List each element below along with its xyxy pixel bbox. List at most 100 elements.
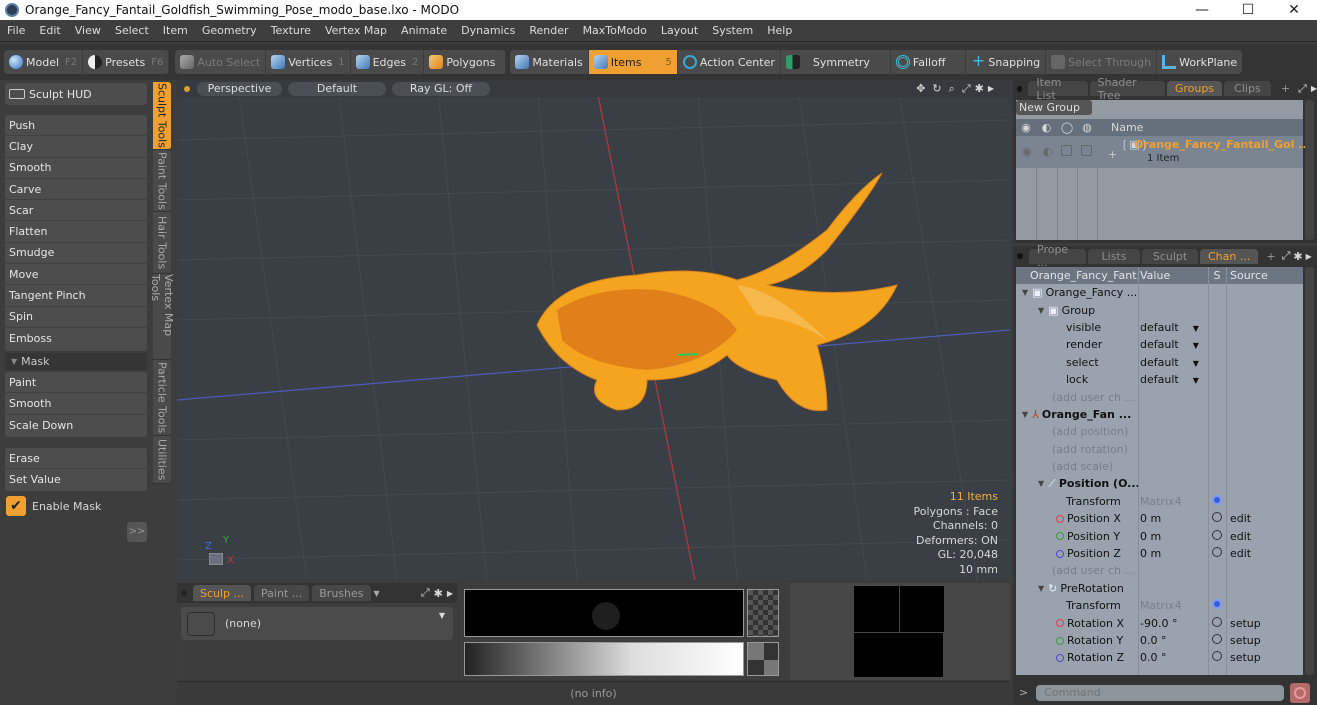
- lock-icon[interactable]: ◯: [1057, 121, 1077, 134]
- channel-value[interactable]: -90.0 °: [1138, 617, 1208, 630]
- channel-row[interactable]: visible default ▼: [1016, 319, 1303, 336]
- panel-arrow-icon[interactable]: ▶: [1306, 252, 1312, 261]
- tab-groups[interactable]: Groups: [1166, 81, 1223, 96]
- model-button[interactable]: Model F2: [4, 50, 84, 74]
- orbit-rotate-icon[interactable]: ↻: [932, 82, 941, 95]
- goldfish-mesh[interactable]: [536, 172, 898, 412]
- panel-menu-dot[interactable]: [181, 590, 187, 596]
- tool-carve[interactable]: Carve: [5, 179, 147, 201]
- channel-row[interactable]: Position Z 0 m edit: [1016, 545, 1303, 562]
- tab-lists[interactable]: Lists: [1088, 248, 1140, 264]
- tool-scar[interactable]: Scar: [5, 200, 147, 222]
- action-center-button[interactable]: Action Center: [678, 50, 781, 74]
- channel-row[interactable]: (add rotation): [1016, 441, 1303, 458]
- menu-render[interactable]: Render: [522, 24, 575, 37]
- tabs-dropdown-icon[interactable]: ▼: [374, 589, 380, 598]
- row-render-icon[interactable]: ◐: [1043, 145, 1053, 158]
- expand-triangle-icon[interactable]: ▼: [1022, 410, 1028, 419]
- channel-value[interactable]: default ▼: [1138, 356, 1208, 369]
- tool-emboss[interactable]: Emboss: [5, 328, 147, 349]
- expand-triangle-icon[interactable]: ▼: [1038, 584, 1044, 593]
- channel-value[interactable]: default ▼: [1138, 321, 1208, 334]
- channel-row[interactable]: Rotation Z 0.0 ° setup: [1016, 649, 1303, 666]
- tool-flatten[interactable]: Flatten: [5, 221, 147, 243]
- tool-smudge[interactable]: Smudge: [5, 243, 147, 265]
- vtab-utilities[interactable]: Utilities: [153, 436, 171, 484]
- materials-button[interactable]: Materials: [510, 50, 589, 74]
- row-select-checkbox[interactable]: [1081, 145, 1092, 156]
- add-tab-plus-icon[interactable]: +: [1266, 250, 1275, 263]
- mask-tool-scale-down[interactable]: Scale Down: [5, 415, 147, 436]
- matrix-gear-icon[interactable]: [1212, 494, 1222, 505]
- workplane-button[interactable]: WorkPlane: [1157, 50, 1242, 74]
- panel-maximize-icon[interactable]: ⤢: [1282, 249, 1291, 263]
- tab-shader-tree[interactable]: Shader Tree: [1089, 76, 1165, 102]
- panel-arrow-icon[interactable]: ▶: [1311, 84, 1317, 93]
- raygl-button[interactable]: Ray GL: Off: [392, 81, 490, 96]
- group-row[interactable]: ◉ ◐ + ❲▣❳ Orange_Fancy_Fantail_Gol ... 1…: [1016, 136, 1311, 168]
- channel-row[interactable]: Position X 0 m edit: [1016, 510, 1303, 527]
- channel-row[interactable]: (add user ch ...: [1016, 388, 1303, 405]
- vtab-hair-tools[interactable]: Hair Tools: [153, 212, 171, 274]
- vertices-button[interactable]: Vertices 1: [266, 50, 351, 74]
- tool-tangent-pinch[interactable]: Tangent Pinch: [5, 285, 147, 307]
- select-icon[interactable]: ◍: [1077, 121, 1097, 134]
- render-camera-icon[interactable]: ◐: [1036, 121, 1057, 134]
- tab-paint[interactable]: Paint ...: [254, 585, 310, 601]
- menu-maxtomodo[interactable]: MaxToModo: [576, 24, 654, 37]
- presets-button[interactable]: Presets F6: [83, 50, 170, 74]
- channel-row[interactable]: Rotation X -90.0 ° setup: [1016, 614, 1303, 631]
- channel-row[interactable]: ▼ ⟋ Position (O...: [1016, 475, 1303, 492]
- channel-state[interactable]: [1208, 651, 1226, 664]
- command-input[interactable]: [1036, 684, 1285, 701]
- mask-tool-paint[interactable]: Paint: [5, 372, 147, 394]
- tab-clips[interactable]: Clips: [1224, 81, 1271, 96]
- tab-channels[interactable]: Chan ...: [1200, 248, 1259, 264]
- menu-dynamics[interactable]: Dynamics: [454, 24, 522, 37]
- add-tab-plus-icon[interactable]: +: [1281, 82, 1290, 95]
- channel-state[interactable]: [1208, 512, 1226, 525]
- channel-value[interactable]: 0.0 °: [1138, 651, 1208, 664]
- panel-menu-dot[interactable]: [1017, 85, 1023, 92]
- maximize-viewport-icon[interactable]: ⤢: [962, 82, 971, 96]
- row-visibility-icon[interactable]: ◉: [1022, 145, 1032, 158]
- menu-file[interactable]: File: [0, 24, 32, 37]
- panel-maximize-icon[interactable]: ⤢: [421, 586, 430, 600]
- symmetry-button[interactable]: Symmetry: [781, 50, 891, 74]
- more-button[interactable]: >>: [127, 522, 147, 542]
- mask-section-header[interactable]: ▼ Mask: [5, 353, 147, 370]
- channel-value[interactable]: 0 m: [1138, 530, 1208, 543]
- channel-state[interactable]: [1208, 547, 1226, 560]
- tool-push[interactable]: Push: [5, 115, 147, 137]
- menu-select[interactable]: Select: [108, 24, 156, 37]
- shading-mode-button[interactable]: Default: [288, 81, 386, 96]
- menu-geometry[interactable]: Geometry: [195, 24, 264, 37]
- zoom-magnifier-icon[interactable]: ⌕: [949, 82, 955, 96]
- new-group-button[interactable]: New Group: [1016, 100, 1092, 115]
- channel-row[interactable]: lock default ▼: [1016, 371, 1303, 388]
- tool-move[interactable]: Move: [5, 264, 147, 286]
- sculpt-hud-button[interactable]: Sculpt HUD: [5, 83, 147, 105]
- value-dropdown-icon[interactable]: ▼: [1193, 341, 1199, 350]
- channel-value[interactable]: 0 m: [1138, 547, 1208, 560]
- mask-tool-set-value[interactable]: Set Value: [5, 469, 147, 490]
- expand-plus-icon[interactable]: +: [1108, 148, 1117, 161]
- channel-value[interactable]: 0.0 °: [1138, 634, 1208, 647]
- channel-row[interactable]: (add user ch ...: [1016, 562, 1303, 579]
- channel-state[interactable]: [1208, 529, 1226, 543]
- animate-state-radio[interactable]: [1212, 616, 1222, 627]
- expand-triangle-icon[interactable]: ▼: [1038, 479, 1044, 488]
- channels-scrollbar[interactable]: [1305, 267, 1314, 675]
- tab-brushes[interactable]: Brushes: [312, 585, 371, 601]
- channel-row[interactable]: Transform Matrix4: [1016, 493, 1303, 510]
- value-dropdown-icon[interactable]: ▼: [1193, 324, 1199, 333]
- enable-mask-checkbox[interactable]: ✔: [6, 496, 26, 516]
- channel-state[interactable]: [1208, 599, 1226, 612]
- channel-value[interactable]: Matrix4: [1138, 495, 1208, 508]
- menu-view[interactable]: View: [68, 24, 108, 37]
- animate-state-radio[interactable]: [1212, 547, 1222, 558]
- visibility-eye-icon[interactable]: ◉: [1016, 121, 1036, 134]
- 3d-viewport[interactable]: Perspective Default Ray GL: Off ✥ ↻ ⌕ ⤢ …: [177, 80, 1010, 580]
- tab-item-list[interactable]: Item List: [1028, 76, 1088, 102]
- brush-selector[interactable]: (none) ▼: [181, 607, 453, 640]
